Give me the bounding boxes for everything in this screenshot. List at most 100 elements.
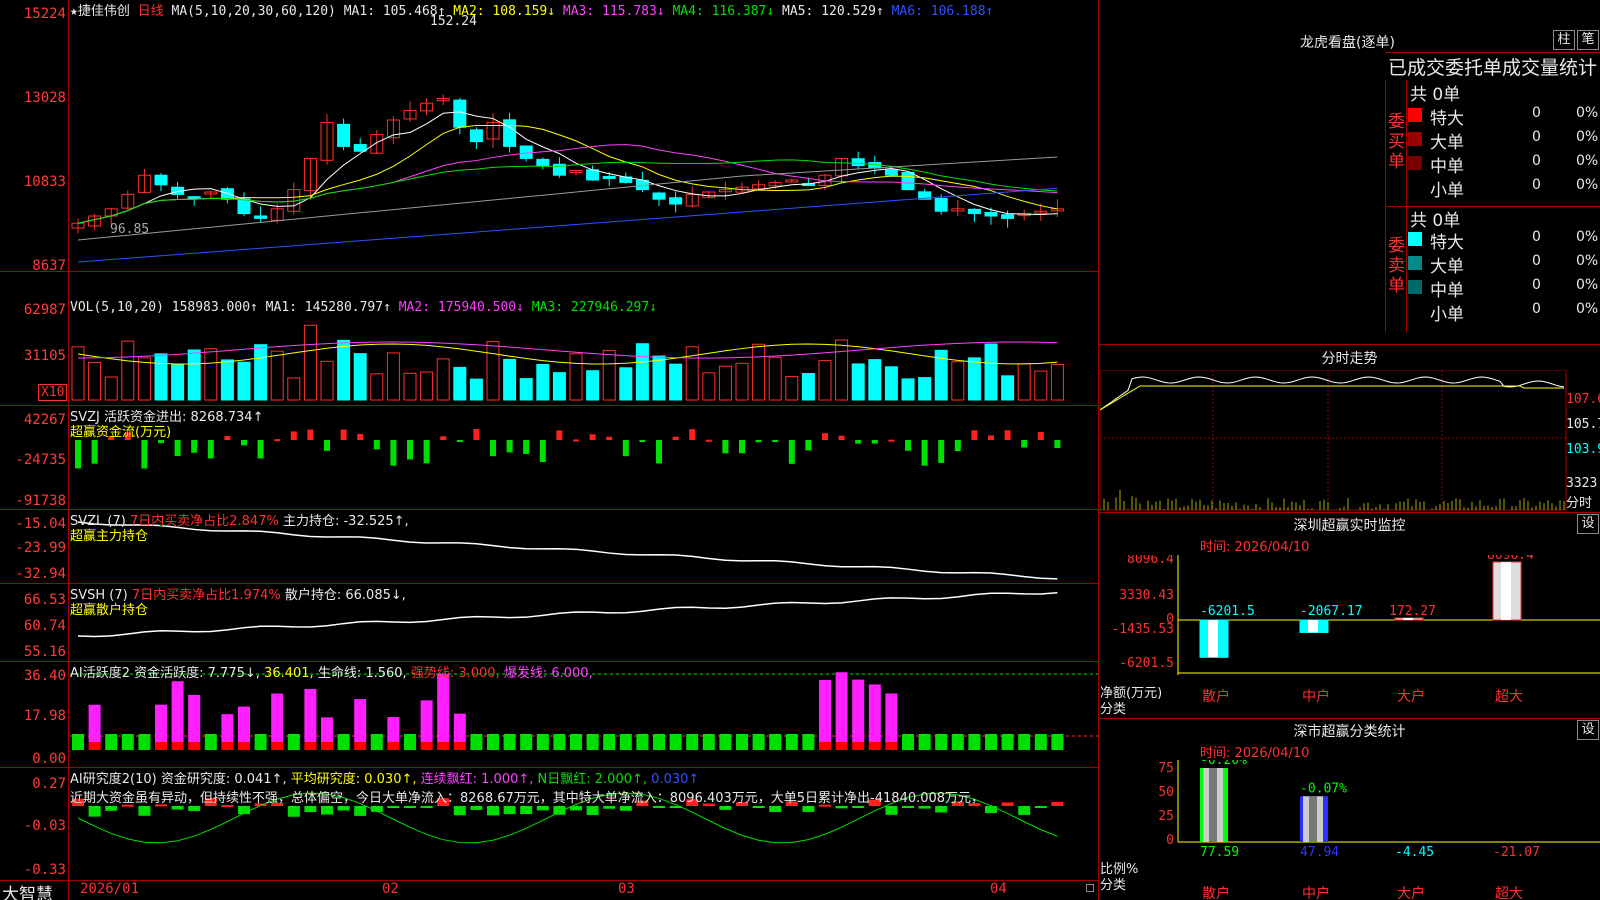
volume-bar [735, 362, 749, 401]
candle-body [187, 196, 201, 200]
order-size-label: 小单 [1430, 305, 1464, 325]
volume-bar [88, 361, 102, 401]
activity-bar [487, 734, 499, 742]
candle-body [254, 215, 268, 219]
class-title: 深市超赢分类统计 [1293, 724, 1406, 740]
intraday-y-2: 105.7 [1566, 417, 1600, 432]
vol-title: VOL(5,10,20) [70, 300, 164, 315]
activity-bar [653, 734, 665, 742]
volume-panel[interactable]: 62987 31105 X10 VOL(5,10,20) 158983.000↑… [0, 272, 1098, 406]
order-count: 0 [1532, 153, 1541, 169]
period-label[interactable]: 日线 [138, 4, 164, 19]
fund-flow-bar [174, 440, 181, 457]
activity-bar [72, 734, 84, 742]
order-count: 0 [1532, 301, 1541, 317]
intraday-vol-label: 3323 [1566, 476, 1598, 491]
candle-body [353, 144, 367, 152]
pen-mode-button[interactable]: 笔 [1577, 30, 1599, 50]
activity-base [852, 742, 865, 750]
intraday-price-line [1100, 376, 1565, 411]
activity-base [204, 742, 217, 750]
intraday-chart[interactable] [1100, 370, 1600, 512]
color-swatch [1408, 280, 1422, 294]
activity-base [487, 742, 499, 750]
volume-bar [1034, 370, 1048, 401]
candle-body [934, 197, 948, 212]
activity-base [287, 742, 300, 750]
volume-bar [652, 355, 666, 401]
svzl-panel[interactable]: -15.04 -23.99 -32.94 SVZL (7) 7日内买卖净占比2.… [0, 510, 1098, 584]
brand-logo: 大智慧 [2, 885, 53, 900]
kline-chart[interactable] [0, 0, 1098, 272]
fund-flow-bar [622, 440, 629, 457]
class-chart[interactable]: 75 50 25 0 -0.20% 77.59 散户 -0.07% 47.94 中户 -4.45 大户… [1100, 760, 1600, 900]
monitor-category-label: 散户 [1202, 688, 1230, 705]
class-settings-button[interactable]: 设 [1577, 720, 1599, 740]
fund-flow-bar [91, 440, 98, 464]
bar-mode-button[interactable]: 柱 [1553, 30, 1575, 50]
order-size-label: 中单 [1430, 157, 1464, 177]
vol-value: 158983.000↑ [171, 300, 258, 315]
monitor-settings-button[interactable]: 设 [1577, 514, 1599, 534]
volume-bar [1050, 363, 1064, 401]
class-category-label: 超大 [1495, 886, 1523, 900]
activity-base [619, 742, 632, 750]
activity-base [1051, 742, 1064, 750]
ai2-header: AI研究度2(10) 资金研究度: 0.041↑, 平均研究度: 0.030↑,… [70, 768, 699, 787]
date-axis [0, 880, 1098, 900]
activity-base [420, 742, 433, 750]
fund-flow-bar [871, 440, 878, 444]
candle-body [901, 171, 915, 191]
order-count: 0 [1532, 129, 1541, 145]
svsh-panel[interactable]: 66.53 60.74 55.16 SVSH (7) 7日内买卖净占比1.974… [0, 584, 1098, 662]
activity-base [885, 742, 898, 750]
fund-flow-bar [1054, 440, 1061, 448]
stat-title: 已成交委托单成交量统计 [1388, 57, 1598, 79]
candle-body [669, 197, 683, 205]
activity-base [437, 742, 450, 750]
activity-bar [470, 734, 483, 742]
activity-bar [868, 684, 881, 742]
activity-base [88, 742, 101, 750]
intraday-avg-line [1100, 385, 1564, 411]
high-price-marker: 152.24 [430, 14, 477, 29]
volume-bar [337, 339, 351, 401]
class-top-label: -0.20% [1200, 760, 1247, 768]
monitor-chart[interactable]: 8096.43330.430-1435.53-6201.5-6201.5散户-2… [1100, 555, 1600, 720]
svzj-panel[interactable]: 42267 -24735 -91738 SVZJ 活跃资金进出: 8268.73… [0, 406, 1098, 510]
volume-chart[interactable] [0, 272, 1098, 406]
kline-panel[interactable]: 15224 13028 10833 8637 ★捷佳伟创 日线 MA(5,10,… [0, 0, 1098, 274]
research-bar [138, 806, 151, 816]
ai-activity-panel[interactable]: 36.40 17.98 0.00 AI活跃度2 资金活跃度: 7.775↓, 3… [0, 662, 1098, 768]
fund-flow-bar [290, 431, 297, 440]
order-percent: 0% [1576, 105, 1599, 121]
monitor-bar-label: -2067.17 [1300, 604, 1363, 619]
fund-flow-bar [1037, 432, 1044, 440]
research-bar [354, 806, 367, 816]
activity-bar [918, 734, 931, 742]
fund-flow-bar [490, 440, 496, 457]
stock-name[interactable]: 捷佳伟创 [78, 4, 130, 19]
lock-icon[interactable] [1086, 884, 1094, 892]
volume-bar [785, 376, 799, 401]
ma5-value: MA5: 120.529↑ [782, 4, 884, 19]
ai-research-panel[interactable]: 0.27 -0.03 -0.33 AI研究度2(10) 资金研究度: 0.041… [0, 768, 1098, 880]
favorite-star-icon[interactable]: ★ [70, 4, 78, 19]
activity-base [72, 742, 84, 750]
order-percent: 0% [1576, 301, 1599, 317]
fund-flow-bar [971, 430, 978, 440]
volume-bar [469, 378, 483, 401]
class-bottom-label: 77.59 [1200, 845, 1239, 860]
color-swatch [1408, 180, 1422, 194]
research-bar [719, 806, 732, 810]
volume-bar [1017, 363, 1031, 401]
class-y-tick: 75 [1158, 761, 1174, 776]
fund-flow-bar [1004, 430, 1011, 440]
research-bar [752, 806, 765, 808]
intraday-y-1: 107.6 [1566, 392, 1600, 407]
activity-base [171, 742, 184, 750]
research-bar [88, 806, 101, 817]
volume-bar [752, 343, 766, 401]
volume-bar [951, 361, 965, 401]
fund-flow-bar [207, 440, 214, 459]
